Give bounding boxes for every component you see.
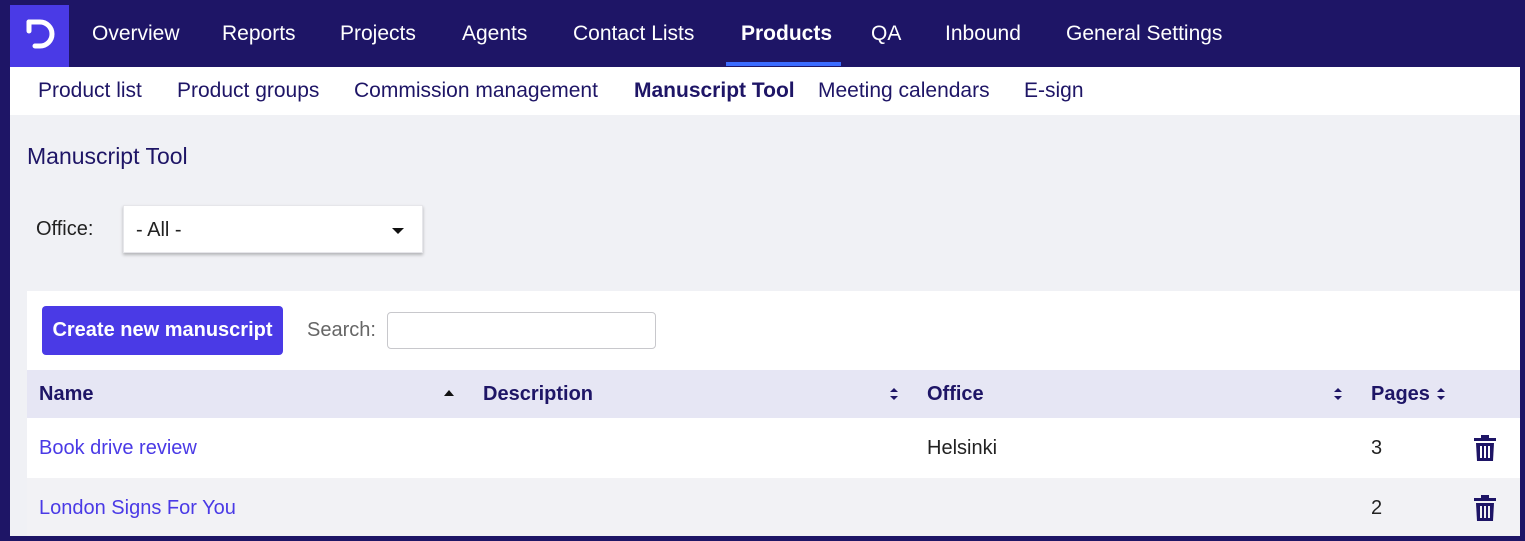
sort-icon[interactable] (888, 386, 900, 402)
subnav-manuscript-tool[interactable]: Manuscript Tool (634, 67, 795, 115)
app-logo-icon (26, 19, 55, 49)
manuscript-name-link[interactable]: Book drive review (39, 418, 197, 478)
subnav-product-groups[interactable]: Product groups (177, 67, 319, 115)
subnav-commission-management[interactable]: Commission management (354, 67, 598, 115)
column-header-description[interactable]: Description (483, 370, 593, 418)
nav-general-settings[interactable]: General Settings (1066, 0, 1222, 67)
office-filter-label: Office: (36, 218, 94, 240)
column-header-pages[interactable]: Pages (1371, 370, 1430, 418)
app-logo[interactable] (10, 5, 69, 67)
nav-agents[interactable]: Agents (462, 0, 527, 67)
column-header-name[interactable]: Name (39, 370, 93, 418)
nav-contact-lists[interactable]: Contact Lists (573, 0, 694, 67)
manuscript-office: Helsinki (927, 437, 998, 459)
table-header: Name Description Office Pages (27, 370, 1520, 418)
manuscript-pages: 2 (1371, 497, 1383, 519)
table-row: Book drive review Helsinki 3 (27, 418, 1520, 478)
sort-asc-icon[interactable] (443, 386, 455, 402)
nav-reports[interactable]: Reports (222, 0, 296, 67)
nav-overview[interactable]: Overview (92, 0, 180, 67)
table-row: London Signs For You 2 (27, 478, 1520, 536)
search-label: Search: (307, 319, 376, 341)
active-tab-indicator (726, 62, 841, 66)
office-select-value: - All - (136, 219, 182, 241)
column-header-office[interactable]: Office (927, 370, 984, 418)
nav-projects[interactable]: Projects (340, 0, 416, 67)
nav-qa[interactable]: QA (871, 0, 901, 67)
trash-icon[interactable] (1474, 435, 1496, 461)
chevron-down-icon (392, 228, 404, 234)
create-manuscript-button[interactable]: Create new manuscript (42, 306, 283, 355)
subnav-e-sign[interactable]: E-sign (1024, 67, 1084, 115)
main-content: Manuscript Tool Office: - All - Create n… (10, 115, 1520, 536)
manuscript-table-card: Create new manuscript Search: Name Descr… (27, 291, 1520, 536)
search-input[interactable] (387, 312, 656, 349)
top-navigation: Overview Reports Projects Agents Contact… (5, 0, 1520, 67)
trash-icon[interactable] (1474, 495, 1496, 521)
page-title: Manuscript Tool (27, 143, 188, 169)
nav-inbound[interactable]: Inbound (945, 0, 1021, 67)
office-select[interactable]: - All - (123, 205, 423, 253)
manuscript-name-link[interactable]: London Signs For You (39, 478, 236, 536)
sub-navigation: Product list Product groups Commission m… (10, 67, 1520, 115)
nav-products[interactable]: Products (741, 0, 832, 67)
manuscript-pages: 3 (1371, 437, 1383, 459)
subnav-product-list[interactable]: Product list (38, 67, 142, 115)
app-window: Overview Reports Projects Agents Contact… (0, 0, 1525, 541)
sort-icon[interactable] (1435, 386, 1447, 402)
subnav-meeting-calendars[interactable]: Meeting calendars (818, 67, 990, 115)
sort-icon[interactable] (1332, 386, 1344, 402)
